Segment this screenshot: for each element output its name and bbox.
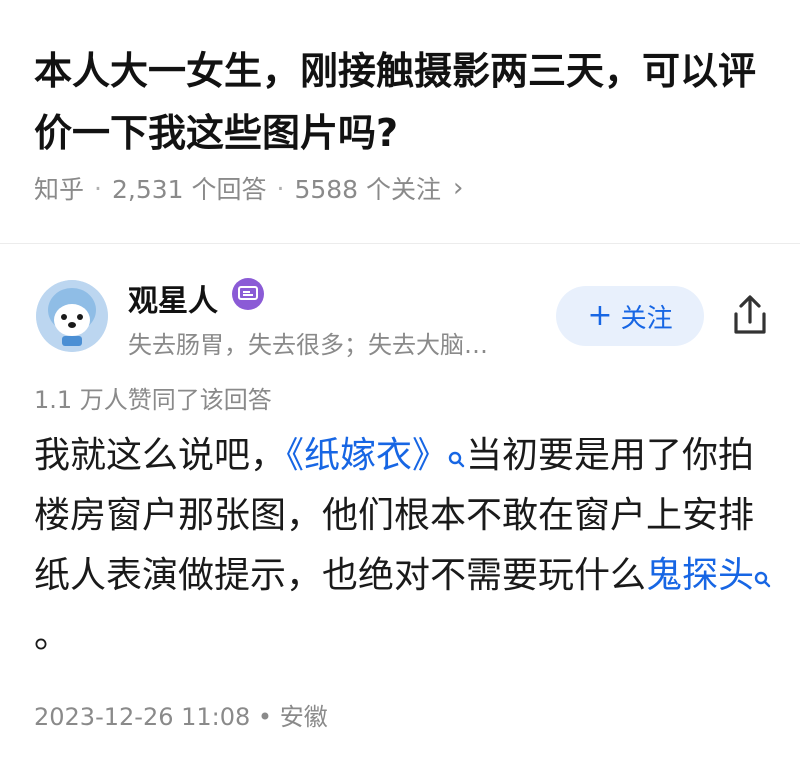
link-game-title[interactable]: 《纸嫁衣》 [286,435,448,476]
avatar-image [36,280,108,352]
plus-icon: + [587,298,613,333]
answer-meta: 2023-12-26 11:08 • 安徽 [34,697,328,732]
followers-count: 5588 个关注 [294,175,442,204]
author-name[interactable]: 观星人 [128,276,218,320]
answers-count: 2,531 个回答 [111,175,267,204]
share-icon[interactable] [726,292,774,340]
follow-button[interactable]: + 关注 [556,286,704,346]
answer-datetime: 2023-12-26 11:08 [34,703,251,731]
question-meta[interactable]: 知乎 · 2,531 个回答 · 5588 个关注 › [34,170,463,206]
question-title[interactable]: 本人大一女生，刚接触摄影两三天，可以评价一下我这些图片吗? [34,40,774,164]
separator: • [257,703,273,731]
answer-location: 安徽 [279,703,328,731]
answer-body: 我就这么说吧，《纸嫁衣》 当初要是用了你拍楼房窗户那张图，他们根本不敢在窗户上安排… [34,426,774,666]
divider [0,243,800,244]
separator: · [276,173,285,203]
separator: · [94,173,102,203]
chevron-right-icon: › [453,173,464,203]
answer-text: 我就这么说吧， [34,435,287,476]
verified-badge-icon [232,278,264,310]
search-icon[interactable] [754,552,772,588]
likes-count: 1.1 万人赞同了该回答 [34,386,272,414]
zhihu-answer-page: 本人大一女生，刚接触摄影两三天，可以评价一下我这些图片吗? 知乎 · 2,531… [0,0,800,758]
link-keyword[interactable]: 鬼探头 [646,555,754,596]
author-bio: 失去肠胃，失去很多；失去大脑… [128,331,488,359]
answer-text: 。 [34,615,71,656]
follow-label: 关注 [620,303,673,334]
search-icon[interactable] [448,432,466,468]
author-avatar[interactable] [36,280,108,352]
source-label: 知乎 [34,175,85,204]
